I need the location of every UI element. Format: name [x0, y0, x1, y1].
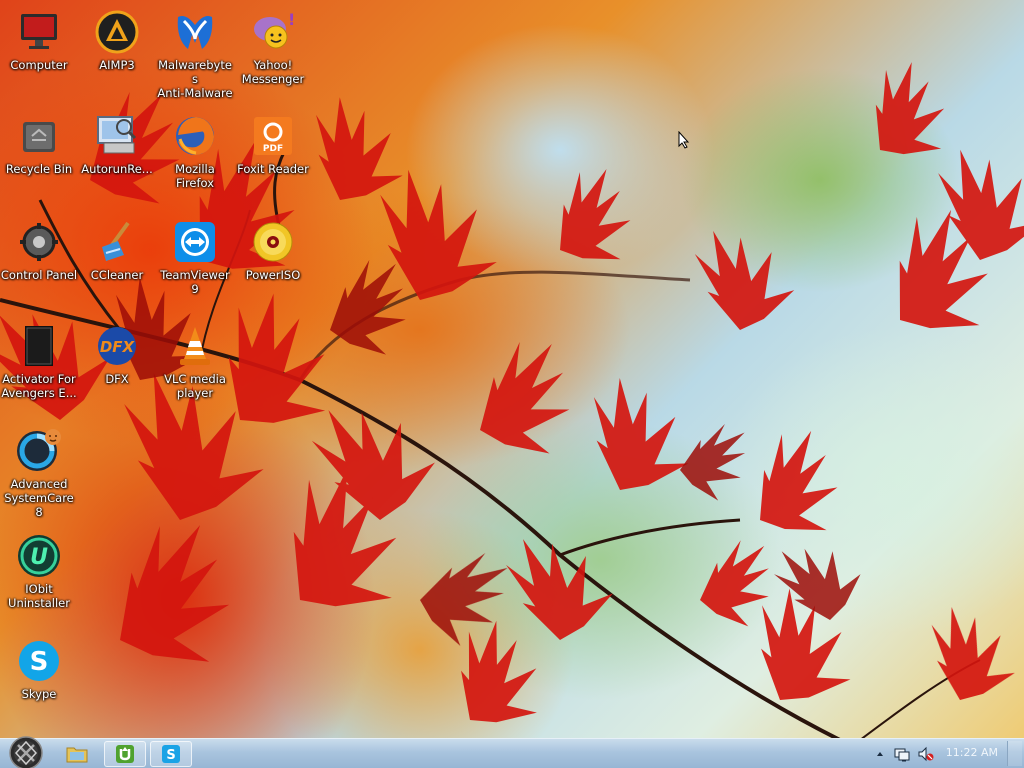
advanced-systemcare-icon	[15, 427, 63, 475]
icon-label: IObit Uninstaller	[8, 582, 70, 610]
icon-label: VLC media player	[164, 372, 226, 400]
icon-label: TeamViewer 9	[160, 268, 230, 296]
icon-label: DFX	[105, 372, 129, 386]
svg-text:PDF: PDF	[263, 144, 283, 154]
taskbar-file-explorer-button[interactable]	[56, 741, 98, 767]
icon-label: Recycle Bin	[5, 162, 73, 176]
icon-label: AutorunRe...	[81, 162, 153, 176]
icon-label: CCleaner	[90, 268, 144, 282]
desktop-icon-malwarebytes[interactable]: Malwarebytes Anti-Malware	[156, 8, 234, 100]
activator-icon	[15, 322, 63, 370]
taskbar-skype-button[interactable]: S	[150, 741, 192, 767]
utorrent-icon	[116, 745, 134, 763]
desktop-icon-teamviewer[interactable]: TeamViewer 9	[156, 218, 234, 296]
icon-label: Control Panel	[0, 268, 78, 282]
yahoo-messenger-icon: !	[249, 8, 297, 56]
skype-icon: S	[15, 637, 63, 685]
desktop-icon-activator[interactable]: Activator For Avengers E...	[0, 322, 78, 400]
svg-text:!: !	[288, 10, 295, 29]
desktop-icon-poweriso[interactable]: PowerISO	[234, 218, 312, 282]
foxit-reader-icon: PDF	[249, 112, 297, 160]
desktop-icon-computer[interactable]: Computer	[0, 8, 78, 72]
show-hidden-icons-arrow[interactable]	[872, 746, 888, 762]
autorunrecovery-icon	[93, 112, 141, 160]
recycle-bin-icon	[15, 112, 63, 160]
desktop-icon-recycle-bin[interactable]: Recycle Bin	[0, 112, 78, 176]
desktop-icon-iobit-uninstaller[interactable]: U IObit Uninstaller	[0, 532, 78, 610]
icon-label: Advanced SystemCare 8	[4, 477, 74, 519]
icon-label: Mozilla Firefox	[175, 162, 215, 190]
dfx-icon: DFX	[93, 322, 141, 370]
icon-label: PowerISO	[245, 268, 301, 282]
vlc-icon	[171, 322, 219, 370]
svg-text:S: S	[30, 647, 49, 677]
firefox-icon	[171, 112, 219, 160]
desktop-icon-foxit-reader[interactable]: PDF Foxit Reader	[234, 112, 312, 176]
svg-text:U: U	[30, 545, 48, 570]
file-explorer-icon	[66, 747, 88, 763]
desktop-icon-ccleaner[interactable]: CCleaner	[78, 218, 156, 282]
malwarebytes-icon	[171, 8, 219, 56]
icon-label: Malwarebytes Anti-Malware	[157, 58, 233, 100]
desktop-icon-autorunrecovery[interactable]: AutorunRe...	[78, 112, 156, 176]
ccleaner-icon	[93, 218, 141, 266]
desktop-icon-skype[interactable]: S Skype	[0, 637, 78, 701]
icon-label: AIMP3	[99, 58, 135, 72]
icon-label: Skype	[21, 687, 57, 701]
desktop-icon-advanced-systemcare[interactable]: Advanced SystemCare 8	[0, 427, 78, 519]
skype-icon: S	[162, 745, 180, 763]
taskbar-utorrent-button[interactable]	[104, 741, 146, 767]
desktop-icon-control-panel[interactable]: Control Panel	[0, 218, 78, 282]
desktop-icon-firefox[interactable]: Mozilla Firefox	[156, 112, 234, 190]
desktop-icon-vlc[interactable]: VLC media player	[156, 322, 234, 400]
mouse-cursor-icon	[678, 131, 690, 149]
poweriso-icon	[249, 218, 297, 266]
volume-muted-icon[interactable]	[918, 746, 934, 762]
clock[interactable]: 11:22 AM	[946, 746, 998, 759]
icon-label: Foxit Reader	[237, 162, 309, 176]
control-panel-icon	[15, 218, 63, 266]
system-tray: 11:22 AM	[864, 739, 1024, 768]
start-button[interactable]	[6, 734, 46, 768]
network-icon[interactable]	[894, 746, 910, 762]
svg-text:S: S	[166, 748, 175, 763]
iobit-uninstaller-icon: U	[15, 532, 63, 580]
desktop-icon-aimp3[interactable]: AIMP3	[78, 8, 156, 72]
desktop[interactable]: Computer Recycle Bin Control Panel Activ…	[0, 0, 1024, 768]
taskbar[interactable]: S 11:22 AM	[0, 736, 1024, 768]
avengers-shield-icon	[9, 736, 43, 768]
desktop-icon-dfx[interactable]: DFX DFX	[78, 322, 156, 386]
icon-label: Computer	[10, 58, 68, 72]
show-desktop-button[interactable]	[1007, 741, 1022, 766]
svg-text:DFX: DFX	[100, 338, 136, 356]
desktop-icon-yahoo-messenger[interactable]: ! Yahoo! Messenger	[234, 8, 312, 86]
computer-icon	[15, 8, 63, 56]
aimp3-icon	[93, 8, 141, 56]
icon-label: Yahoo! Messenger	[241, 58, 305, 86]
icon-label: Activator For Avengers E...	[1, 372, 77, 400]
teamviewer-icon	[171, 218, 219, 266]
